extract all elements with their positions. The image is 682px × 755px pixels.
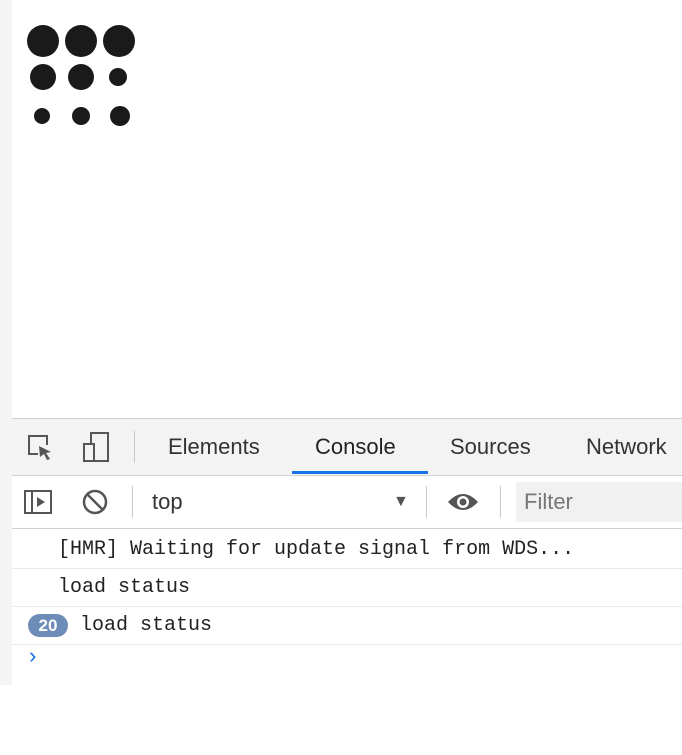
console-prompt[interactable]: › — [26, 645, 39, 670]
sidebar-toggle-icon[interactable] — [24, 490, 52, 514]
console-message: [HMR] Waiting for update signal from WDS… — [12, 531, 682, 569]
chevron-down-icon[interactable]: ▼ — [393, 476, 409, 528]
toolbar-separator — [132, 486, 133, 518]
inspect-element-icon[interactable] — [28, 435, 54, 461]
toolbar-separator — [426, 486, 427, 518]
console-toolbar: top ▼ — [12, 476, 682, 529]
tab-elements[interactable]: Elements — [168, 419, 260, 475]
loader-dot — [30, 64, 56, 90]
tab-sources[interactable]: Sources — [450, 419, 531, 475]
console-message-text: load status — [80, 614, 213, 637]
loader-dot — [109, 68, 127, 86]
active-tab-indicator — [292, 471, 428, 474]
tab-console[interactable]: Console — [315, 419, 396, 475]
device-toolbar-icon[interactable] — [82, 431, 110, 463]
loader-dot — [68, 64, 94, 90]
toolbar-separator — [500, 486, 501, 518]
filter-input[interactable] — [516, 482, 682, 522]
console-message: 20 load status — [12, 607, 682, 645]
loader-dot — [65, 25, 97, 57]
loader-dot — [27, 25, 59, 57]
repeat-count-badge: 20 — [28, 614, 68, 637]
loader-dot — [110, 106, 130, 126]
clear-console-icon[interactable] — [82, 489, 108, 515]
loader-dot — [103, 25, 135, 57]
page-left-edge — [0, 0, 12, 685]
loader-dot — [34, 108, 50, 124]
loader-dot — [72, 107, 90, 125]
live-expression-eye-icon[interactable] — [446, 490, 480, 514]
console-message-text: load status — [58, 576, 191, 599]
console-message-text: [HMR] Waiting for update signal from WDS… — [58, 538, 575, 561]
devtools-tab-bar: Elements Console Sources Network — [12, 419, 682, 476]
page-viewport — [12, 0, 682, 418]
tab-network[interactable]: Network — [586, 419, 667, 475]
console-message: load status — [12, 569, 682, 607]
context-selector[interactable]: top — [152, 476, 183, 528]
tab-bar-separator — [134, 431, 135, 463]
devtools-panel: Elements Console Sources Network top ▼ [… — [12, 418, 682, 686]
